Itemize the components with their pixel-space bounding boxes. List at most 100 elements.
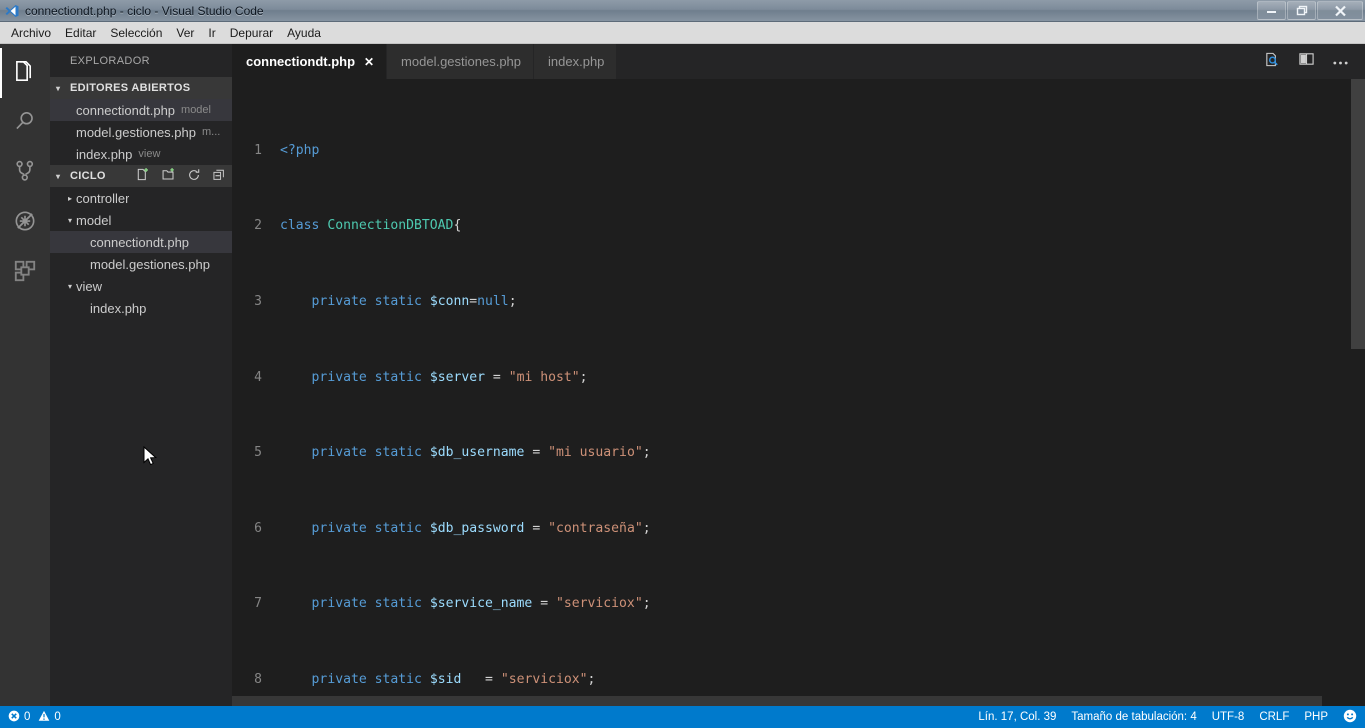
open-editor-item-index[interactable]: index.php view — [50, 143, 232, 165]
code-line: 5 private static $db_username = "mi usua… — [232, 444, 1365, 463]
tabs-filler — [617, 44, 1255, 79]
line-source: private static $conn=null; — [311, 293, 517, 309]
section-open-editors[interactable]: ▾ EDITORES ABIERTOS — [50, 77, 232, 99]
menu-depurar[interactable]: Depurar — [223, 23, 280, 43]
tree-item-connectiondt[interactable]: connectiondt.php — [50, 231, 232, 253]
window-title-text: connectiondt.php - ciclo - Visual Studio… — [25, 3, 264, 18]
activity-item-search[interactable] — [0, 98, 50, 148]
code-editor[interactable]: 1 <?php 2 class ConnectionDBTOAD{ 3 privat… — [232, 79, 1365, 706]
open-editor-name: index.php — [76, 146, 133, 162]
warning-count: 0 — [54, 711, 61, 723]
section-project-label: CICLO — [70, 170, 106, 182]
menu-ayuda[interactable]: Ayuda — [280, 23, 328, 43]
line-number: 8 — [254, 672, 262, 688]
open-editor-desc: view — [138, 148, 161, 160]
split-editor-icon — [1298, 51, 1315, 72]
tab-label: index.php — [548, 54, 605, 69]
minimize-button[interactable] — [1257, 1, 1286, 20]
tree-item-label: model — [76, 212, 112, 228]
debug-icon — [12, 208, 38, 239]
horizontal-scrollbar[interactable] — [232, 696, 1365, 706]
tree-item-model-gestiones[interactable]: model.gestiones.php — [50, 253, 232, 275]
menu-ver[interactable]: Ver — [169, 23, 201, 43]
new-folder-icon[interactable] — [161, 167, 176, 185]
line-number: 2 — [254, 218, 262, 234]
line-number: 3 — [254, 293, 262, 309]
tab-size[interactable]: Tamaño de tabulación: 4 — [1071, 711, 1196, 723]
line-source: <?php — [280, 142, 320, 158]
menu-ir[interactable]: Ir — [201, 23, 222, 43]
collapse-all-icon[interactable] — [212, 168, 226, 185]
editor-group: connectiondt.php ✕ model.gestiones.php i… — [232, 44, 1365, 706]
menu-seleccion[interactable]: Selección — [103, 23, 169, 43]
encoding[interactable]: UTF-8 — [1212, 711, 1245, 723]
refresh-icon[interactable] — [187, 168, 201, 185]
activity-item-source-control[interactable] — [0, 148, 50, 198]
code-line: 1 <?php — [232, 142, 1365, 161]
chevron-down-icon: ▾ — [67, 215, 72, 225]
search-icon — [12, 108, 38, 139]
tree-item-label: controller — [76, 190, 130, 206]
tab-connectiondt-php[interactable]: connectiondt.php ✕ — [232, 44, 388, 79]
line-number: 1 — [254, 142, 262, 158]
chevron-down-icon: ▾ — [56, 83, 61, 93]
line-source: private static $db_password = "contraseñ… — [311, 520, 651, 536]
menu-bar: Archivo Editar Selección Ver Ir Depurar … — [0, 22, 1365, 44]
editor-actions — [1255, 44, 1365, 79]
smiley-icon[interactable] — [1343, 709, 1357, 726]
line-source: class ConnectionDBTOAD{ — [280, 218, 462, 234]
tab-model-gestiones-php[interactable]: model.gestiones.php — [387, 44, 535, 79]
activity-item-debug[interactable] — [0, 198, 50, 248]
split-editor-button[interactable] — [1289, 44, 1323, 79]
open-editor-name: connectiondt.php — [76, 102, 176, 118]
code-line: 7 private static $service_name = "servic… — [232, 595, 1365, 614]
activity-item-explorer[interactable] — [0, 48, 50, 98]
window-title-bar: connectiondt.php - ciclo - Visual Studio… — [0, 0, 1365, 22]
warning-triangle-icon — [38, 710, 50, 725]
tree-item-index[interactable]: index.php — [50, 297, 232, 319]
open-changes-icon — [1264, 51, 1281, 73]
error-circle-icon — [8, 710, 20, 725]
close-icon[interactable]: ✕ — [364, 55, 374, 69]
code-line: 2 class ConnectionDBTOAD{ — [232, 217, 1365, 236]
horizontal-scrollbar-thumb[interactable] — [232, 696, 1322, 706]
editor-tabs-bar: connectiondt.php ✕ model.gestiones.php i… — [232, 44, 1365, 79]
tree-item-view[interactable]: ▾ view — [50, 275, 232, 297]
code-content[interactable]: 1 <?php 2 class ConnectionDBTOAD{ 3 privat… — [232, 79, 1365, 706]
eol-mode[interactable]: CRLF — [1259, 711, 1289, 723]
activity-item-extensions[interactable] — [0, 248, 50, 298]
tree-item-controller[interactable]: ▸ controller — [50, 187, 232, 209]
section-project-ciclo[interactable]: ▾ CICLO — [50, 165, 232, 187]
menu-editar[interactable]: Editar — [58, 23, 103, 43]
more-actions-icon — [1332, 53, 1349, 71]
new-file-icon[interactable] — [135, 167, 150, 185]
language-mode[interactable]: PHP — [1304, 711, 1328, 723]
cursor-position[interactable]: Lín. 17, Col. 39 — [978, 711, 1056, 723]
activity-bar — [0, 44, 50, 706]
more-actions-button[interactable] — [1323, 44, 1357, 79]
line-number: 5 — [254, 445, 262, 461]
line-number: 6 — [254, 520, 262, 536]
workbench: EXPLORADOR ▾ EDITORES ABIERTOS connectio… — [0, 44, 1365, 706]
open-changes-button[interactable] — [1255, 44, 1289, 79]
code-line: 4 private static $server = "mi host"; — [232, 369, 1365, 388]
tree-item-model[interactable]: ▾ model — [50, 209, 232, 231]
open-editor-item-connectiondt[interactable]: connectiondt.php model — [50, 99, 232, 121]
line-source: private static $sid = "serviciox"; — [311, 672, 596, 688]
line-source: private static $service_name = "servicio… — [311, 596, 651, 612]
vertical-scrollbar-thumb[interactable] — [1351, 79, 1365, 349]
tree-item-label: model.gestiones.php — [90, 256, 210, 272]
menu-archivo[interactable]: Archivo — [4, 23, 58, 43]
restore-button[interactable] — [1287, 1, 1316, 20]
tab-index-php[interactable]: index.php — [534, 44, 618, 79]
vertical-scrollbar[interactable] — [1351, 79, 1365, 706]
line-source: private static $db_username = "mi usuari… — [311, 445, 651, 461]
explorer-sidebar: EXPLORADOR ▾ EDITORES ABIERTOS connectio… — [50, 44, 232, 706]
source-control-icon — [12, 158, 38, 189]
close-button[interactable] — [1317, 1, 1363, 20]
status-problems[interactable]: 0 0 — [8, 710, 61, 725]
line-number: 7 — [254, 596, 262, 612]
code-line: 8 private static $sid = "serviciox"; — [232, 671, 1365, 690]
section-project-actions — [135, 165, 226, 187]
open-editor-item-model-gestiones[interactable]: model.gestiones.php m... — [50, 121, 232, 143]
